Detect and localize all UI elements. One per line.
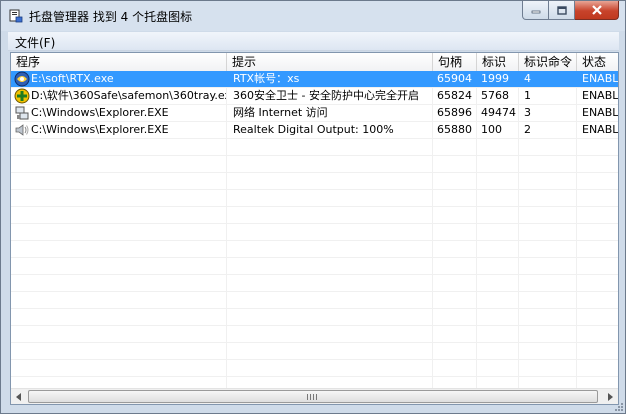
empty-row (11, 360, 618, 377)
window-title: 托盘管理器 找到 4 个托盘图标 (29, 10, 193, 24)
cell-program: E:\soft\RTX.exe (11, 71, 227, 87)
table-row[interactable]: E:\soft\RTX.exe RTX帐号：xs 65904 1999 4 EN… (11, 71, 618, 88)
horizontal-scrollbar[interactable] (11, 388, 618, 404)
list-header: 程序 提示 句柄 标识 标识命令 状态 (11, 53, 618, 72)
cell-handle: 65896 (433, 105, 477, 121)
tray-icon-list[interactable]: 程序 提示 句柄 标识 标识命令 状态 E:\soft\RTX.exe RTX帐… (10, 52, 619, 405)
empty-row (11, 241, 618, 258)
arrow-left-icon (16, 392, 21, 401)
maximize-button[interactable] (549, 1, 575, 20)
empty-row (11, 173, 618, 190)
cell-id: 5768 (477, 88, 519, 104)
table-row[interactable]: C:\Windows\Explorer.EXE 网络 Internet 访问 6… (11, 105, 618, 122)
cell-handle: 65904 (433, 71, 477, 87)
table-row[interactable]: C:\Windows\Explorer.EXE Realtek Digital … (11, 122, 618, 139)
list-rows: E:\soft\RTX.exe RTX帐号：xs 65904 1999 4 EN… (11, 71, 618, 394)
cell-state: ENABL (577, 71, 618, 87)
cell-handle: 65880 (433, 122, 477, 138)
resize-grip-icon[interactable] (613, 401, 623, 411)
title-bar[interactable]: 托盘管理器 找到 4 个托盘图标 (1, 1, 625, 31)
column-header-state[interactable]: 状态 (577, 53, 618, 71)
close-button[interactable] (575, 1, 619, 20)
cell-id: 100 (477, 122, 519, 138)
empty-row (11, 156, 618, 173)
empty-row (11, 309, 618, 326)
scrollbar-thumb[interactable] (28, 390, 598, 403)
cell-id-command: 3 (519, 105, 577, 121)
empty-row (11, 207, 618, 224)
menu-file[interactable]: 文件(F) (12, 34, 58, 51)
scroll-left-button[interactable] (11, 389, 27, 404)
cell-id-command: 4 (519, 71, 577, 87)
caption-buttons (522, 1, 619, 21)
close-icon (591, 5, 602, 15)
tray-manager-window: 托盘管理器 找到 4 个托盘图标 文件(F) 程序 提示 句柄 标识 标识命令 … (0, 0, 626, 414)
column-header-tip[interactable]: 提示 (227, 53, 433, 71)
cell-state: ENABL (577, 122, 618, 138)
empty-row (11, 292, 618, 309)
cell-tip: 网络 Internet 访问 (227, 105, 433, 121)
cell-id: 49474 (477, 105, 519, 121)
column-header-program[interactable]: 程序 (11, 53, 227, 71)
maximize-icon (556, 5, 567, 15)
cell-state: ENABL (577, 105, 618, 121)
empty-row (11, 258, 618, 275)
cell-id: 1999 (477, 71, 519, 87)
column-header-handle[interactable]: 句柄 (433, 53, 477, 71)
cell-tip: Realtek Digital Output: 100% (227, 122, 433, 138)
table-row[interactable]: D:\软件\360Safe\safemon\360tray.exe 360安全卫… (11, 88, 618, 105)
empty-row (11, 275, 618, 292)
menu-bar: 文件(F) (8, 32, 619, 51)
empty-row (11, 326, 618, 343)
column-header-id-command[interactable]: 标识命令 (519, 53, 577, 71)
cell-state: ENABL (577, 88, 618, 104)
cell-tip: RTX帐号：xs (227, 71, 433, 87)
cell-handle: 65824 (433, 88, 477, 104)
empty-row (11, 224, 618, 241)
cell-id-command: 1 (519, 88, 577, 104)
cell-program: C:\Windows\Explorer.EXE (11, 122, 227, 138)
minimize-icon (531, 10, 540, 14)
cell-tip: 360安全卫士 - 安全防护中心完全开启 (227, 88, 433, 104)
minimize-button[interactable] (522, 1, 549, 20)
tray-manager-icon (9, 9, 23, 23)
cell-id-command: 2 (519, 122, 577, 138)
empty-row (11, 190, 618, 207)
empty-row (11, 139, 618, 156)
arrow-right-icon (608, 392, 613, 401)
grip-icon (307, 394, 317, 400)
cell-program: C:\Windows\Explorer.EXE (11, 105, 227, 121)
empty-row (11, 343, 618, 360)
column-header-id[interactable]: 标识 (477, 53, 519, 71)
cell-program: D:\软件\360Safe\safemon\360tray.exe (11, 88, 227, 104)
